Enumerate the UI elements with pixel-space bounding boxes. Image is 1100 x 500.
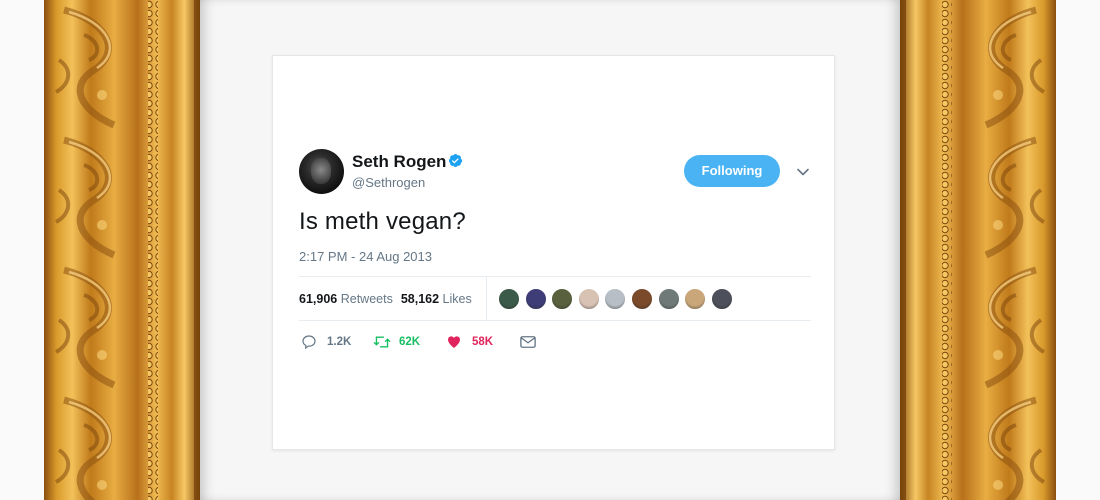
tweet-timestamp[interactable]: 2:17 PM - 24 Aug 2013 xyxy=(299,249,432,264)
liker-avatar[interactable] xyxy=(577,288,600,310)
retweets-count: 61,906 xyxy=(299,292,338,306)
engagement-stats: 61,906 Retweets 58,162 Likes xyxy=(299,292,472,306)
retweets-label: Retweets xyxy=(340,292,393,306)
envelope-icon xyxy=(520,336,536,348)
frame-left-side xyxy=(44,0,200,500)
divider xyxy=(299,276,811,277)
like-count: 58K xyxy=(472,336,494,348)
author-name[interactable]: Seth Rogen xyxy=(352,152,446,172)
retweets-stat[interactable]: 61,906 Retweets xyxy=(299,292,393,306)
wall-right xyxy=(1056,0,1100,500)
liker-avatar[interactable] xyxy=(551,288,574,310)
heart-icon xyxy=(448,336,460,348)
reply-icon xyxy=(302,335,316,350)
liker-avatar[interactable] xyxy=(604,288,627,310)
chevron-down-icon[interactable] xyxy=(795,164,811,180)
following-button[interactable]: Following xyxy=(684,155,780,187)
verified-badge-icon xyxy=(448,153,463,168)
divider xyxy=(299,320,811,321)
author-avatar[interactable] xyxy=(299,149,344,194)
tweet-card: Seth Rogen @Sethrogen Following Is meth … xyxy=(272,55,835,450)
liker-avatar[interactable] xyxy=(524,288,547,310)
likes-count: 58,162 xyxy=(400,292,440,306)
retweet-icon xyxy=(373,336,391,348)
retweet-count: 62K xyxy=(399,336,421,348)
reply-count: 1.2K xyxy=(327,336,352,348)
stats-divider xyxy=(486,276,487,320)
likes-stat[interactable]: 58,162 Likes xyxy=(401,292,472,306)
likers-avatars xyxy=(498,288,737,310)
liker-avatar[interactable] xyxy=(630,288,653,310)
frame-right-side xyxy=(900,0,1056,500)
likes-label: Likes xyxy=(442,292,472,306)
tweet-text: Is meth vegan? xyxy=(299,208,466,235)
liker-avatar[interactable] xyxy=(657,288,680,310)
author-handle[interactable]: @Sethrogen xyxy=(352,175,425,190)
liker-avatar[interactable] xyxy=(684,288,707,310)
liker-avatar[interactable] xyxy=(710,288,733,310)
liker-avatar[interactable] xyxy=(498,288,520,310)
wall-left xyxy=(0,0,44,500)
